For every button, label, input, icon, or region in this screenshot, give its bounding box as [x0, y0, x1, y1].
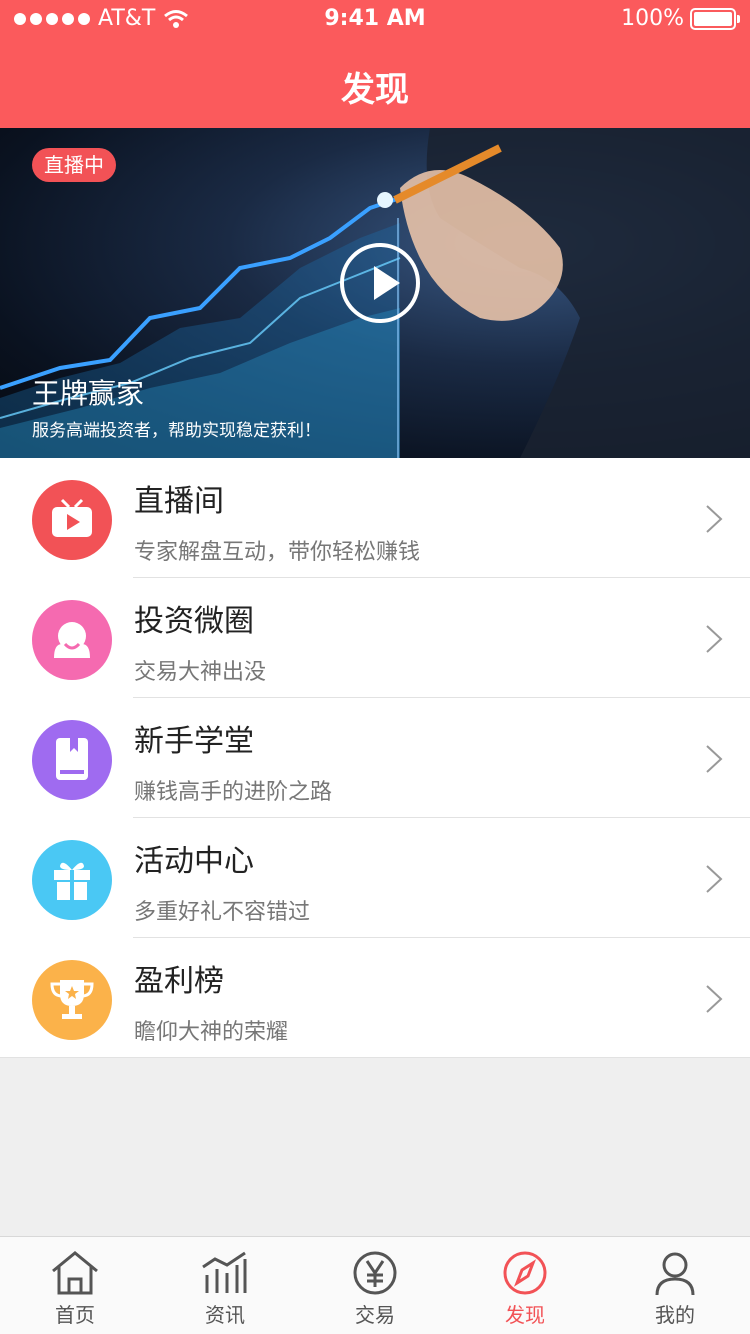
compass-icon: [503, 1251, 547, 1295]
menu-item-leaderboard[interactable]: 盈利榜 瞻仰大神的荣耀: [0, 938, 750, 1058]
home-icon: [52, 1251, 98, 1295]
tab-label: 交易: [355, 1303, 395, 1327]
chevron-right-icon: [706, 985, 723, 1013]
status-bar: AT&T 9:41 AM 100%: [0, 0, 750, 40]
live-banner[interactable]: 直播中 王牌赢家 服务高端投资者，帮助实现稳定获利！: [0, 128, 750, 458]
chart-icon: [202, 1251, 247, 1293]
tab-label: 资讯: [205, 1303, 245, 1327]
menu-item-circle[interactable]: 投资微圈 交易大神出没: [0, 578, 750, 698]
tab-news[interactable]: 资讯: [150, 1237, 300, 1334]
menu-item-desc: 专家解盘互动，带你轻松赚钱: [134, 540, 421, 565]
battery-label: 100%: [621, 6, 684, 31]
people-icon: [32, 600, 112, 680]
tab-bar: 首页 资讯 交易 发现 我的: [0, 1236, 750, 1334]
tab-discover[interactable]: 发现: [450, 1237, 600, 1334]
battery-icon: [690, 7, 740, 30]
menu-item-desc: 交易大神出没: [134, 660, 267, 685]
banner-subtitle: 服务高端投资者，帮助实现稳定获利！: [32, 421, 321, 441]
header: AT&T 9:41 AM 100% 发现: [0, 0, 750, 128]
menu-item-activity[interactable]: 活动中心 多重好礼不容错过: [0, 818, 750, 938]
tab-label: 我的: [655, 1303, 695, 1327]
tab-home[interactable]: 首页: [0, 1237, 150, 1334]
gift-icon: [32, 840, 112, 920]
chevron-right-icon: [706, 505, 723, 533]
menu-item-title: 盈利榜: [134, 964, 224, 999]
chevron-right-icon: [706, 745, 723, 773]
page-title: 发现: [341, 70, 409, 110]
discover-menu: 直播间 专家解盘互动，带你轻松赚钱 投资微圈 交易大神出没 新手学堂 赚钱高手的…: [0, 458, 750, 1058]
menu-item-title: 投资微圈: [134, 604, 254, 639]
tab-label: 首页: [55, 1303, 95, 1327]
tab-mine[interactable]: 我的: [600, 1237, 750, 1334]
menu-item-desc: 瞻仰大神的荣耀: [134, 1020, 289, 1045]
tab-label: 发现: [505, 1303, 545, 1327]
banner-title: 王牌赢家: [32, 377, 145, 410]
chevron-right-icon: [706, 865, 723, 893]
tv-icon: [32, 480, 112, 560]
play-icon[interactable]: [340, 243, 420, 323]
chevron-right-icon: [706, 625, 723, 653]
menu-item-desc: 多重好礼不容错过: [134, 900, 311, 925]
menu-item-school[interactable]: 新手学堂 赚钱高手的进阶之路: [0, 698, 750, 818]
menu-item-title: 活动中心: [134, 844, 254, 879]
trophy-icon: [32, 960, 112, 1040]
user-icon: [655, 1252, 695, 1296]
yen-icon: [353, 1251, 397, 1295]
menu-item-title: 新手学堂: [134, 724, 254, 759]
tab-trade[interactable]: 交易: [300, 1237, 450, 1334]
menu-item-live-room[interactable]: 直播间 专家解盘互动，带你轻松赚钱: [0, 458, 750, 578]
menu-item-title: 直播间: [134, 484, 224, 519]
menu-item-desc: 赚钱高手的进阶之路: [134, 780, 333, 805]
book-icon: [32, 720, 112, 800]
live-badge: 直播中: [32, 148, 116, 182]
